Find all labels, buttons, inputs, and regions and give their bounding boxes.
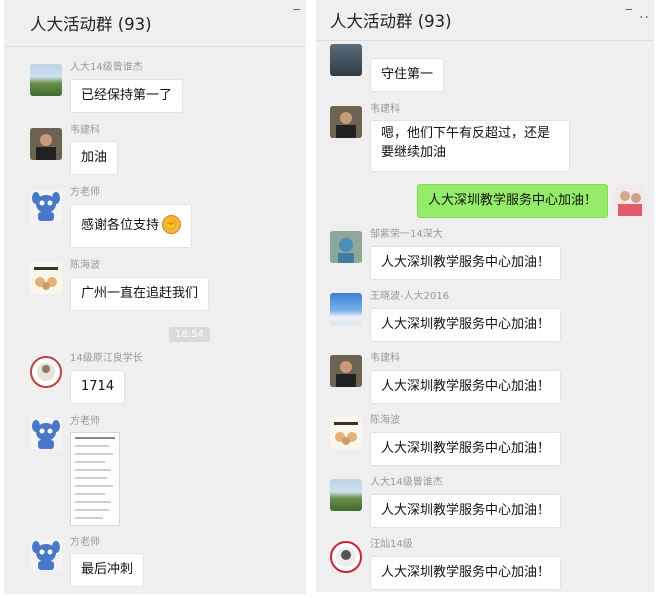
message-bubble[interactable]: 人大深圳教学服务中心加油！ — [370, 246, 562, 280]
minimize-icon[interactable]: _ — [294, 0, 301, 11]
fist-emoji-icon: ✊ — [162, 215, 182, 234]
sender-name: 王晓波-人大2016 — [370, 291, 450, 302]
avatar[interactable] — [30, 190, 62, 222]
group-name: 人大活动群 — [30, 15, 113, 34]
group-title[interactable]: 人大活动群 (93) — [330, 8, 452, 32]
message-bubble[interactable]: 人大深圳教学服务中心加油！ — [370, 308, 562, 342]
message-bubble[interactable]: 人大深圳教学服务中心加油！ — [370, 370, 562, 404]
message-bubble[interactable]: 人大深圳教学服务中心加油！ — [370, 494, 562, 528]
my-message-bubble[interactable]: 人大深圳教学服务中心加油！ — [417, 184, 609, 218]
sender-name: 韦建科 — [370, 353, 400, 364]
message-bubble[interactable]: 人大深圳教学服务中心加油！ — [370, 432, 562, 466]
avatar[interactable] — [30, 539, 62, 571]
sender-name: 陈海波 — [370, 415, 400, 426]
sender-name: 汪灿14级 — [370, 539, 413, 550]
avatar[interactable] — [30, 64, 62, 96]
sender-name: 方老师 — [70, 537, 100, 548]
group-title[interactable]: 人大活动群 (93) — [30, 11, 152, 35]
message-bubble[interactable]: 广州一直在追赶我们 — [70, 277, 210, 311]
phone-screenshot-image[interactable] — [70, 432, 120, 526]
message-bubble[interactable]: 加油 — [70, 141, 119, 175]
avatar[interactable] — [30, 418, 62, 450]
sender-name: 方老师 — [70, 416, 100, 427]
more-options-icon[interactable]: ·· — [639, 10, 650, 26]
avatar[interactable] — [330, 417, 362, 449]
sender-name: 韦建科 — [70, 125, 100, 136]
member-count: (93) — [117, 15, 152, 34]
sender-name: 邹紫荣一14深大 — [370, 229, 443, 240]
avatar[interactable] — [330, 231, 362, 263]
message-text: 感谢各位支持 — [81, 218, 160, 233]
sender-name: 人大14级曾谁杰 — [70, 62, 143, 73]
message-bubble[interactable]: 1714 — [70, 370, 126, 404]
member-count: (93) — [417, 12, 452, 31]
sender-name: 人大14级曾谁杰 — [370, 477, 443, 488]
sender-name: 14级原江良学长 — [70, 353, 143, 364]
message-bubble[interactable]: 已经保持第一了 — [70, 79, 184, 113]
avatar[interactable] — [30, 128, 62, 160]
message-bubble[interactable]: 守住第一 — [370, 58, 445, 92]
group-name: 人大活动群 — [330, 12, 413, 31]
message-bubble[interactable]: 人大深圳教学服务中心加油！ — [370, 556, 562, 590]
avatar[interactable] — [330, 293, 362, 325]
chat-header: 人大活动群 (93) _ — [4, 0, 306, 47]
avatar[interactable] — [330, 106, 362, 138]
avatar[interactable] — [30, 262, 62, 294]
message-bubble[interactable]: 感谢各位支持 ✊ — [70, 204, 193, 248]
minimize-icon[interactable]: _ — [626, 0, 633, 11]
sender-name: 韦建科 — [370, 104, 400, 115]
chat-window-right: 人大活动群 (93) _ ·· 守住第一 韦建科 嗯，他们下午有反超过，还是要继… — [316, 0, 654, 592]
avatar[interactable] — [330, 355, 362, 387]
chat-header: 人大活动群 (93) _ ·· — [316, 0, 654, 41]
sender-name: 陈海波 — [70, 260, 100, 271]
avatar[interactable] — [330, 541, 362, 573]
chat-window-left: 人大活动群 (93) _ 人大14级曾谁杰 已经保持第一了 韦建科 加油 方老师… — [4, 0, 306, 594]
timestamp: 18:54 — [169, 327, 210, 342]
sender-name: 方老师 — [70, 187, 100, 198]
avatar[interactable] — [330, 479, 362, 511]
avatar[interactable] — [330, 44, 362, 76]
my-avatar[interactable] — [614, 184, 646, 216]
message-bubble[interactable]: 最后冲刺 — [70, 553, 145, 587]
avatar[interactable] — [30, 356, 62, 388]
message-bubble[interactable]: 嗯，他们下午有反超过，还是要继续加油 — [370, 120, 570, 172]
